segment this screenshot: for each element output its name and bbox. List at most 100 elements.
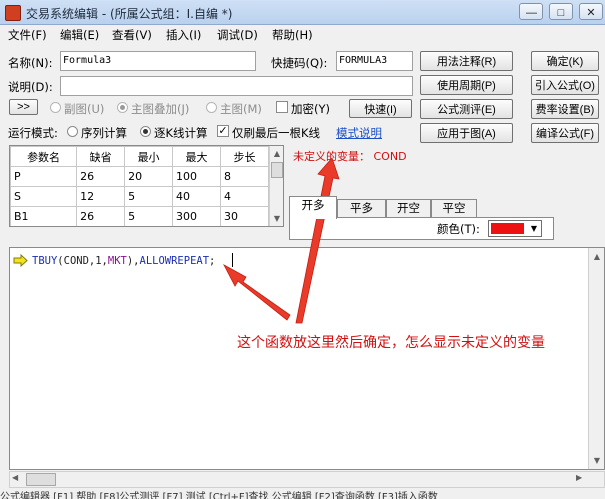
cell-step[interactable]: 8: [220, 166, 269, 187]
annotation-text: 这个函数放这里然后确定，怎么显示未定义的变量: [237, 335, 545, 351]
main-overlay-label: 主图叠加(J): [131, 102, 190, 116]
menu-edit[interactable]: 编辑(E): [60, 27, 99, 43]
cell-min[interactable]: 5: [124, 186, 174, 207]
color-label: 颜色(T):: [437, 222, 480, 236]
cell-min[interactable]: 20: [124, 166, 174, 187]
expand-button[interactable]: >>: [9, 99, 38, 115]
sub-chart-radio[interactable]: [50, 102, 61, 113]
mode-help-link[interactable]: 模式说明: [336, 125, 382, 141]
color-swatch: [491, 223, 524, 234]
tab-close-short[interactable]: 平空: [431, 199, 477, 217]
seq-calc-radio[interactable]: [67, 126, 78, 137]
tick-calc-radio[interactable]: [140, 126, 151, 137]
table-row[interactable]: P 26 20 100 8: [10, 166, 269, 187]
cell-default[interactable]: 12: [76, 186, 126, 207]
code-mkt: MKT: [107, 255, 127, 267]
desc-input[interactable]: [60, 76, 413, 96]
close-button[interactable]: ✕: [579, 3, 603, 20]
compile-formula-button[interactable]: 编译公式(F): [531, 123, 599, 143]
import-formula-button[interactable]: 引入公式(O): [531, 75, 599, 95]
params-vscrollbar[interactable]: ▲ ▼: [269, 146, 283, 226]
window-title: 交易系统编辑 - (所属公式组：I.自编 *): [26, 7, 233, 21]
tab-open-short[interactable]: 开空: [386, 199, 431, 217]
main-overlay-radio[interactable]: [117, 102, 128, 113]
menu-debug[interactable]: 调试(D): [217, 27, 258, 43]
code-args: (COND,1,: [57, 255, 108, 267]
cell-param-name[interactable]: S: [10, 186, 78, 207]
code-editor[interactable]: TBUY(COND,1,MKT),ALLOWREPEAT; ▲ ▼: [9, 247, 605, 470]
scroll-left-arrow[interactable]: ◀: [12, 473, 18, 482]
editor-vscrollbar[interactable]: ▲ ▼: [588, 248, 604, 469]
title-bar: 交易系统编辑 - (所属公式组：I.自编 *) — □ ✕: [0, 0, 605, 25]
cell-param-name[interactable]: P: [10, 166, 78, 187]
current-line-arrow-icon: [13, 254, 28, 267]
apply-to-chart-button[interactable]: 应用于图(A): [420, 123, 513, 143]
name-input[interactable]: Formula3: [60, 51, 256, 71]
seq-calc-label: 序列计算: [81, 126, 127, 140]
status-bar: 公式编辑器 [F1] 帮助 [F8]公式测评 [F7] 测试 [Ctrl+F]查…: [0, 492, 438, 499]
confirm-button[interactable]: 确定(K): [531, 51, 599, 71]
editor-hscrollbar[interactable]: ◀ ▶: [9, 471, 605, 488]
encrypt-checkbox[interactable]: [276, 101, 288, 113]
header-min: 最小: [124, 146, 174, 167]
cell-step[interactable]: 30: [220, 206, 269, 226]
code-sep: ),: [126, 255, 140, 267]
color-picker[interactable]: ▼: [488, 220, 542, 237]
scroll-down-arrow[interactable]: ▼: [270, 211, 283, 226]
menu-file[interactable]: 文件(F): [8, 27, 47, 43]
last-bar-label: 仅刷最后一根K线: [232, 126, 321, 140]
header-default: 缺省: [76, 146, 126, 167]
usage-note-button[interactable]: 用法注释(R): [420, 51, 513, 71]
cell-max[interactable]: 100: [172, 166, 221, 187]
menu-view[interactable]: 查看(V): [112, 27, 152, 43]
scroll-thumb[interactable]: [271, 162, 283, 178]
fast-button[interactable]: 快速(I): [349, 99, 412, 118]
table-row[interactable]: B1 26 5 300 30: [10, 206, 269, 226]
fee-settings-button[interactable]: 费率设置(B): [531, 99, 599, 119]
hotkey-label: 快捷码(Q):: [271, 56, 328, 70]
cell-max[interactable]: 40: [172, 186, 221, 207]
maximize-button[interactable]: □: [549, 3, 573, 20]
code-line[interactable]: TBUY(COND,1,MKT),ALLOWREPEAT;: [32, 255, 215, 267]
last-bar-checkbox[interactable]: ✓: [217, 125, 229, 137]
desc-label: 说明(D):: [8, 80, 53, 94]
sub-chart-label: 副图(U): [64, 102, 105, 116]
tick-calc-label: 逐K线计算: [154, 126, 208, 140]
header-param-name: 参数名: [10, 146, 78, 167]
header-step: 步长: [220, 146, 269, 167]
scroll-up-arrow[interactable]: ▲: [270, 146, 283, 161]
use-period-button[interactable]: 使用周期(P): [420, 75, 513, 95]
scroll-thumb[interactable]: [26, 473, 56, 486]
name-label: 名称(N):: [8, 56, 53, 70]
chevron-down-icon[interactable]: ▼: [527, 221, 541, 236]
hotkey-input[interactable]: FORMULA3: [336, 51, 413, 71]
table-row[interactable]: S 12 5 40 4: [10, 186, 269, 207]
cell-default[interactable]: 26: [76, 166, 126, 187]
menu-bar: 文件(F) 编辑(E) 查看(V) 插入(I) 调试(D) 帮助(H): [0, 25, 605, 43]
code-function-tbuy: TBUY: [32, 255, 58, 267]
main-chart-radio[interactable]: [206, 102, 217, 113]
code-allowrepeat: ALLOWREPEAT: [139, 255, 210, 267]
scroll-up-arrow[interactable]: ▲: [589, 249, 604, 264]
tab-close-long[interactable]: 平多: [337, 199, 386, 217]
error-message: 未定义的变量： COND: [293, 150, 407, 163]
cell-param-name[interactable]: B1: [10, 206, 78, 226]
cell-min[interactable]: 5: [124, 206, 174, 226]
cell-step[interactable]: 4: [220, 186, 269, 207]
menu-insert[interactable]: 插入(I): [166, 27, 201, 43]
encrypt-label: 加密(Y): [291, 102, 330, 116]
menu-help[interactable]: 帮助(H): [272, 27, 313, 43]
scroll-down-arrow[interactable]: ▼: [589, 453, 604, 468]
formula-test-button[interactable]: 公式测评(E): [420, 99, 513, 119]
params-table-container: 参数名 缺省 最小 最大 步长 P 26 20 100 8 S 12 5 40 …: [9, 145, 284, 227]
cell-default[interactable]: 26: [76, 206, 126, 226]
tab-open-long[interactable]: 开多: [289, 196, 337, 219]
app-icon: [5, 5, 21, 21]
scroll-right-arrow[interactable]: ▶: [576, 473, 582, 482]
header-max: 最大: [172, 146, 221, 167]
trading-system-editor-window: 交易系统编辑 - (所属公式组：I.自编 *) — □ ✕ 文件(F) 编辑(E…: [0, 0, 605, 499]
cell-max[interactable]: 300: [172, 206, 221, 226]
code-end: ;: [209, 255, 216, 267]
minimize-button[interactable]: —: [519, 3, 543, 20]
signal-tab-panel: 颜色(T): ▼: [289, 217, 554, 240]
